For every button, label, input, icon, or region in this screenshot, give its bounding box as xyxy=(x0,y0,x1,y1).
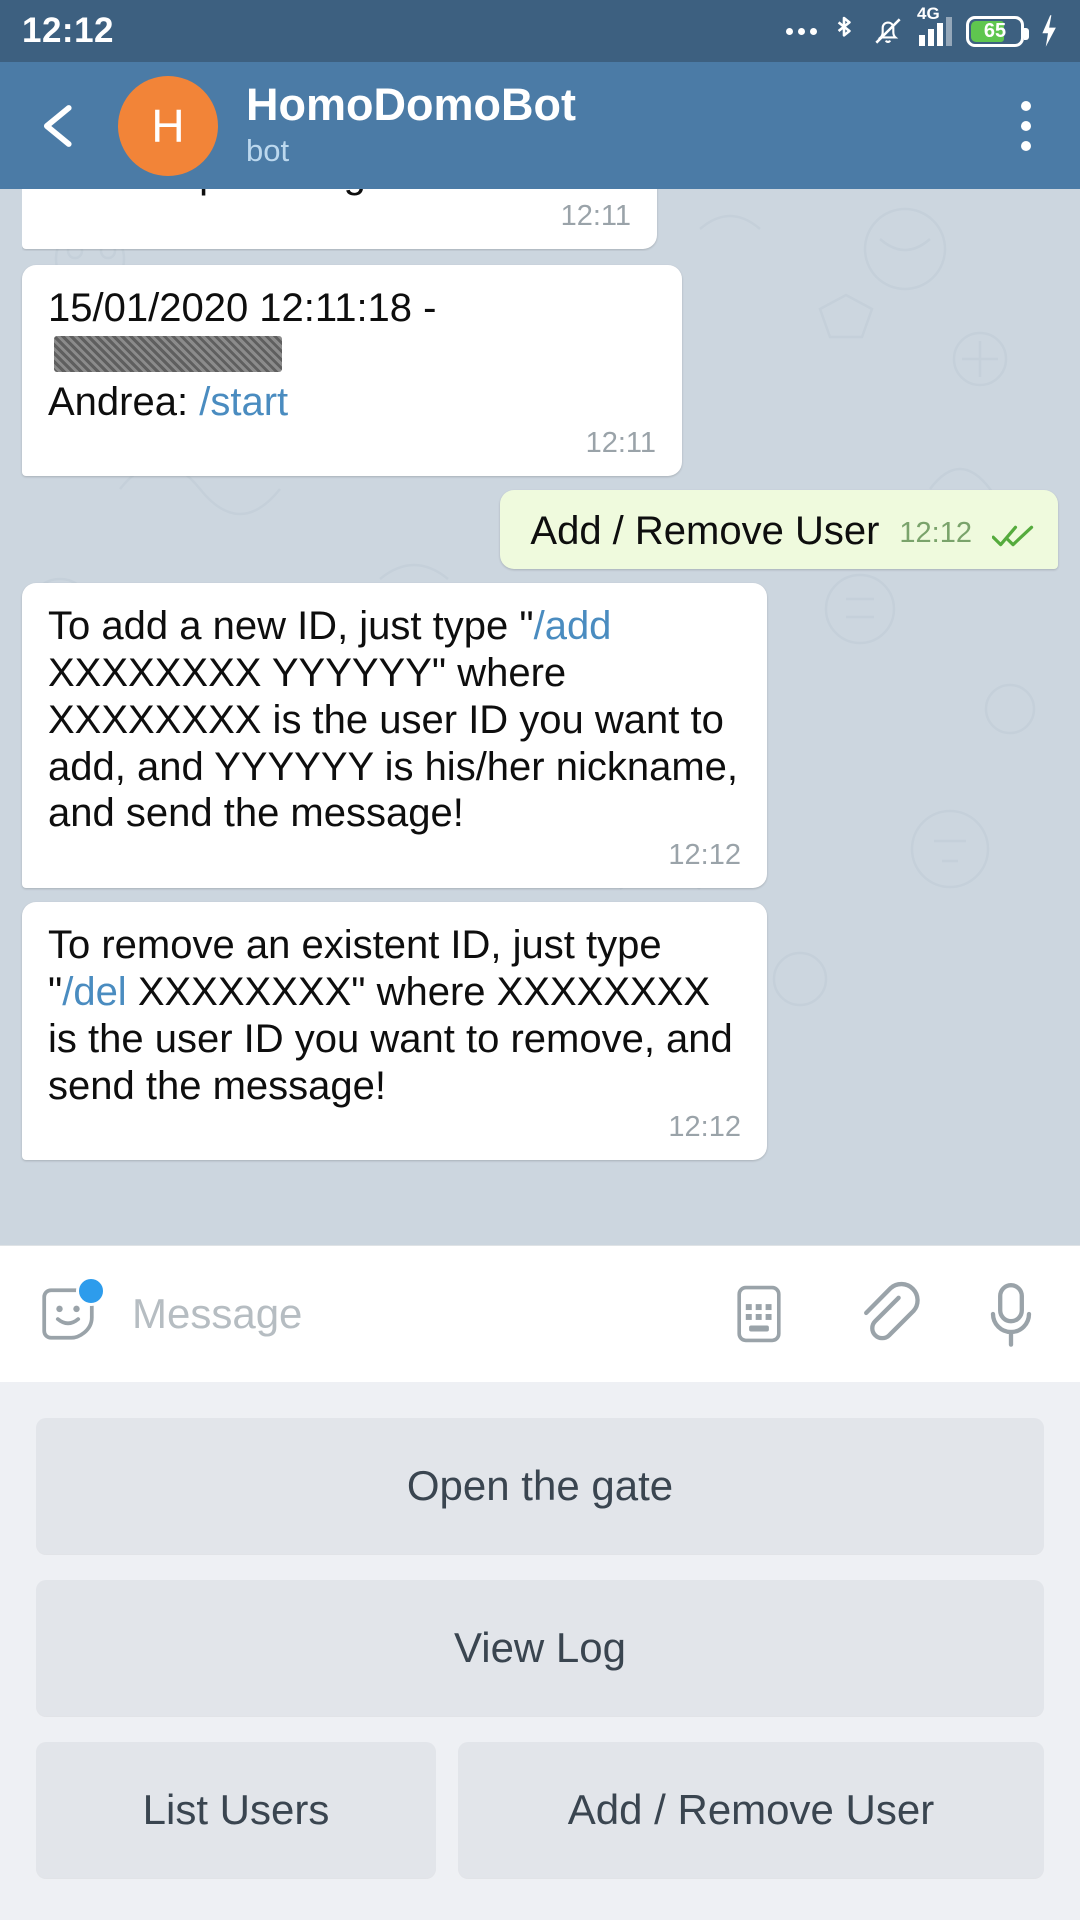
more-dots-icon xyxy=(786,27,817,35)
charging-bolt-icon xyxy=(1042,15,1056,47)
keyboard-row: View Log xyxy=(36,1580,1044,1716)
keyboard-icon[interactable] xyxy=(726,1281,792,1347)
message-text-before: To add a new ID, just type " xyxy=(48,604,534,649)
keyboard-button-open-the-gate[interactable]: Open the gate xyxy=(36,1418,1044,1554)
paperclip-icon[interactable] xyxy=(850,1278,922,1350)
message-bubble-outgoing[interactable]: Add / Remove User 12:12 xyxy=(500,490,1058,570)
overflow-menu-button[interactable] xyxy=(998,91,1054,161)
keyboard-button-add-remove-user[interactable]: Add / Remove User xyxy=(458,1742,1044,1878)
read-receipt-double-check-icon xyxy=(992,525,1034,547)
mute-bell-icon xyxy=(875,18,901,44)
signal-icon: 4G xyxy=(917,4,952,46)
keyboard-button-view-log[interactable]: View Log xyxy=(36,1580,1044,1716)
message-list[interactable]: Mirco: Open the gate 12:11 15/01/2020 12… xyxy=(0,189,1080,1245)
keyboard-button-list-users[interactable]: List Users xyxy=(36,1742,436,1878)
sticker-badge-dot xyxy=(76,1276,106,1306)
message-meta: 12:12 xyxy=(48,1111,741,1144)
command-link-start[interactable]: /start xyxy=(199,380,288,424)
message-input[interactable]: Message xyxy=(132,1290,302,1338)
kebab-dot xyxy=(1021,140,1031,151)
log-timestamp: 15/01/2020 12:11:18 - xyxy=(48,286,437,330)
message-meta: 12:11 xyxy=(48,200,631,233)
kebab-dot xyxy=(1021,100,1031,111)
message-time: 12:12 xyxy=(668,839,741,872)
message-bubble-incoming[interactable]: To add a new ID, just type "/add XXXXXXX… xyxy=(22,583,767,889)
message-text-after: XXXXXXXX" where XXXXXXXX is the user ID … xyxy=(48,969,733,1108)
message-text: To add a new ID, just type "/add XXXXXXX… xyxy=(48,603,741,837)
kebab-dot xyxy=(1021,120,1031,131)
message-time: 12:12 xyxy=(899,517,972,550)
input-actions xyxy=(726,1278,1042,1350)
message-meta: 12:12 xyxy=(48,839,741,872)
back-arrow-icon xyxy=(43,104,72,147)
message-time: 12:11 xyxy=(560,199,631,232)
chat-subtitle: bot xyxy=(246,133,290,169)
message-time: 12:12 xyxy=(668,1111,741,1144)
messages-container: Mirco: Open the gate 12:11 15/01/2020 12… xyxy=(0,189,1080,1245)
keyboard-row: List Users Add / Remove User xyxy=(36,1742,1044,1878)
battery-icon: 65 xyxy=(966,15,1029,47)
bluetooth-icon xyxy=(837,16,851,37)
sticker-smiley-icon[interactable] xyxy=(34,1276,106,1348)
command-link-add[interactable]: /add xyxy=(534,604,612,648)
status-icons: 4G 65 xyxy=(786,4,1058,49)
bot-custom-keyboard: Open the gate View Log List Users Add / … xyxy=(0,1382,1080,1920)
avatar[interactable]: H xyxy=(118,75,218,176)
command-link-del[interactable]: /del xyxy=(62,970,127,1014)
battery-percent-label: 65 xyxy=(983,19,1007,42)
message-input-bar: Message xyxy=(0,1245,1080,1382)
message-bubble-incoming[interactable]: Mirco: Open the gate 12:11 xyxy=(22,189,657,249)
keyboard-row: Open the gate xyxy=(36,1418,1044,1554)
message-text: 15/01/2020 12:11:18 - Andrea: /start xyxy=(48,285,656,425)
message-bubble-incoming[interactable]: 15/01/2020 12:11:18 - Andrea: /start 12:… xyxy=(22,265,682,477)
message-time: 12:11 xyxy=(585,427,656,460)
message-bubble-incoming[interactable]: To remove an existent ID, just type "/de… xyxy=(22,902,767,1161)
message-text: To remove an existent ID, just type "/de… xyxy=(48,922,741,1109)
message-meta: 12:11 xyxy=(48,427,656,460)
message-text-after: XXXXXXXX YYYYYY" where XXXXXXXX is the u… xyxy=(48,650,739,836)
microphone-icon[interactable] xyxy=(980,1278,1042,1350)
network-type-label: 4G xyxy=(917,3,940,23)
log-user: Andrea: xyxy=(48,379,200,424)
avatar-letter: H xyxy=(151,99,185,152)
status-clock: 12:12 xyxy=(22,11,115,50)
message-text: Add / Remove User xyxy=(530,509,880,554)
chat-title-block[interactable]: HomoDomoBot bot xyxy=(246,78,576,171)
page-title: HomoDomoBot xyxy=(246,78,576,130)
message-text: Mirco: Open the gate xyxy=(48,189,631,198)
status-bar: 12:12 4G 65 xyxy=(0,0,1080,62)
chat-header: H HomoDomoBot bot xyxy=(0,62,1080,189)
redacted-block xyxy=(54,335,282,372)
back-button[interactable] xyxy=(30,95,92,157)
telegram-chat-screen: 12:12 4G 65 H HomoDomoBot bot 12:11 15/0… xyxy=(0,0,1080,1920)
clipped-message-wrapper: Mirco: Open the gate 12:11 xyxy=(22,189,1058,251)
